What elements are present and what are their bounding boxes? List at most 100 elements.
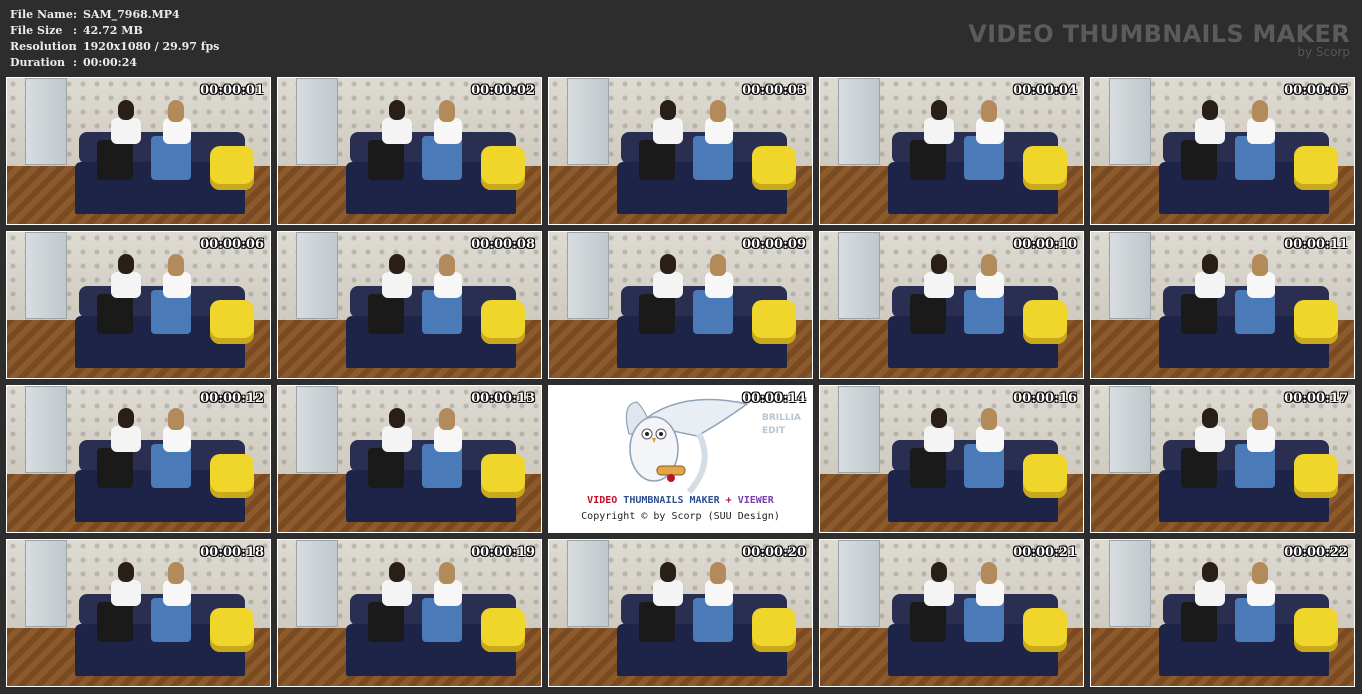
thumbnail-timestamp: 00:00:04 [1013,83,1077,98]
video-frame [549,232,812,378]
head [439,100,455,122]
info-separator: : [73,8,78,21]
person-right [693,100,739,190]
head [389,100,405,120]
legs [1181,294,1217,334]
head [168,562,184,584]
sponge-pillow [1294,300,1338,344]
torso [924,426,954,452]
thumbnail[interactable]: 00:00:09 [548,231,813,379]
door [25,232,67,319]
legs [639,140,675,180]
head [931,100,947,120]
person-right [964,100,1010,190]
info-row-file-size: File Size : 42.72 MB [10,23,219,39]
thumbnail[interactable]: 00:00:11 [1090,231,1355,379]
sponge-pillow [1294,454,1338,498]
door [1109,540,1151,627]
thumbnail-timestamp: 00:00:02 [471,83,535,98]
door [25,540,67,627]
door [838,78,880,165]
thumbnail[interactable]: 00:00:18 [6,539,271,687]
person-right [964,254,1010,344]
thumbnail-timestamp: 00:00:09 [742,237,806,252]
thumbnail-timestamp: 00:00:12 [200,391,264,406]
video-frame [1091,540,1354,686]
thumbnail[interactable]: 00:00:20 [548,539,813,687]
thumbnail[interactable]: 00:00:02 [277,77,542,225]
info-separator: : [73,56,78,69]
thumbnail[interactable]: 00:00:06 [6,231,271,379]
thumbnail[interactable]: 00:00:05 [1090,77,1355,225]
person-left [910,562,954,642]
thumbnail[interactable]: 00:00:21 [819,539,1084,687]
legs [368,294,404,334]
head [1252,408,1268,430]
torso [653,580,683,606]
door [296,78,338,165]
thumbnail[interactable]: 00:00:01 [6,77,271,225]
head [168,408,184,430]
thumbnail[interactable]: BRILLIA EDIT VIDEO THUMBNAILS MAKER + VI… [548,385,813,533]
thumbnail[interactable]: 00:00:12 [6,385,271,533]
person-left [368,254,412,334]
person-left [97,100,141,180]
person-right [151,562,197,652]
door [1109,386,1151,473]
head [931,254,947,274]
person-right [693,254,739,344]
legs [368,602,404,642]
thumbnail[interactable]: 00:00:22 [1090,539,1355,687]
torso [1195,272,1225,298]
sponge-pillow [752,300,796,344]
info-row-resolution: Resolution : 1920x1080 / 29.97 fps [10,39,219,55]
thumbnail-timestamp: 00:00:13 [471,391,535,406]
torso [382,580,412,606]
info-value: 00:00:24 [83,56,138,69]
legs [910,448,946,488]
video-frame [820,78,1083,224]
person-right [693,562,739,652]
head [1252,100,1268,122]
thumbnail-timestamp: 00:00:10 [1013,237,1077,252]
brand-watermark: VIDEO THUMBNAILS MAKER by Scorp [968,20,1350,59]
head [118,408,134,428]
legs [1181,448,1217,488]
thumbnail[interactable]: 00:00:04 [819,77,1084,225]
thumbnail[interactable]: 00:00:19 [277,539,542,687]
legs [639,602,675,642]
head [660,100,676,120]
door [25,78,67,165]
thumbnail-timestamp: 00:00:20 [742,545,806,560]
torso [1195,580,1225,606]
info-value: 42.72 MB [83,24,143,37]
video-frame [1091,78,1354,224]
sponge-pillow [1023,300,1067,344]
thumbnail[interactable]: 00:00:08 [277,231,542,379]
thumbnail[interactable]: 00:00:13 [277,385,542,533]
door [296,232,338,319]
thumbnail-timestamp: 00:00:16 [1013,391,1077,406]
head [660,254,676,274]
legs [910,140,946,180]
sponge-pillow [1294,608,1338,652]
person-right [422,254,468,344]
torso [382,272,412,298]
thumbnail[interactable]: 00:00:03 [548,77,813,225]
legs [97,140,133,180]
sponge-pillow [210,300,254,344]
torso [1195,118,1225,144]
thumbnail[interactable]: 00:00:10 [819,231,1084,379]
head [981,408,997,430]
sponge-pillow [481,454,525,498]
sponge-pillow [481,608,525,652]
door [1109,232,1151,319]
thumbnail[interactable]: 00:00:16 [819,385,1084,533]
sponge-pillow [210,454,254,498]
thumbnail[interactable]: 00:00:17 [1090,385,1355,533]
head [168,100,184,122]
head [710,562,726,584]
person-right [1235,408,1281,498]
person-left [1181,408,1225,488]
info-row-file-name: File Name : SAM_7968.MP4 [10,7,219,23]
